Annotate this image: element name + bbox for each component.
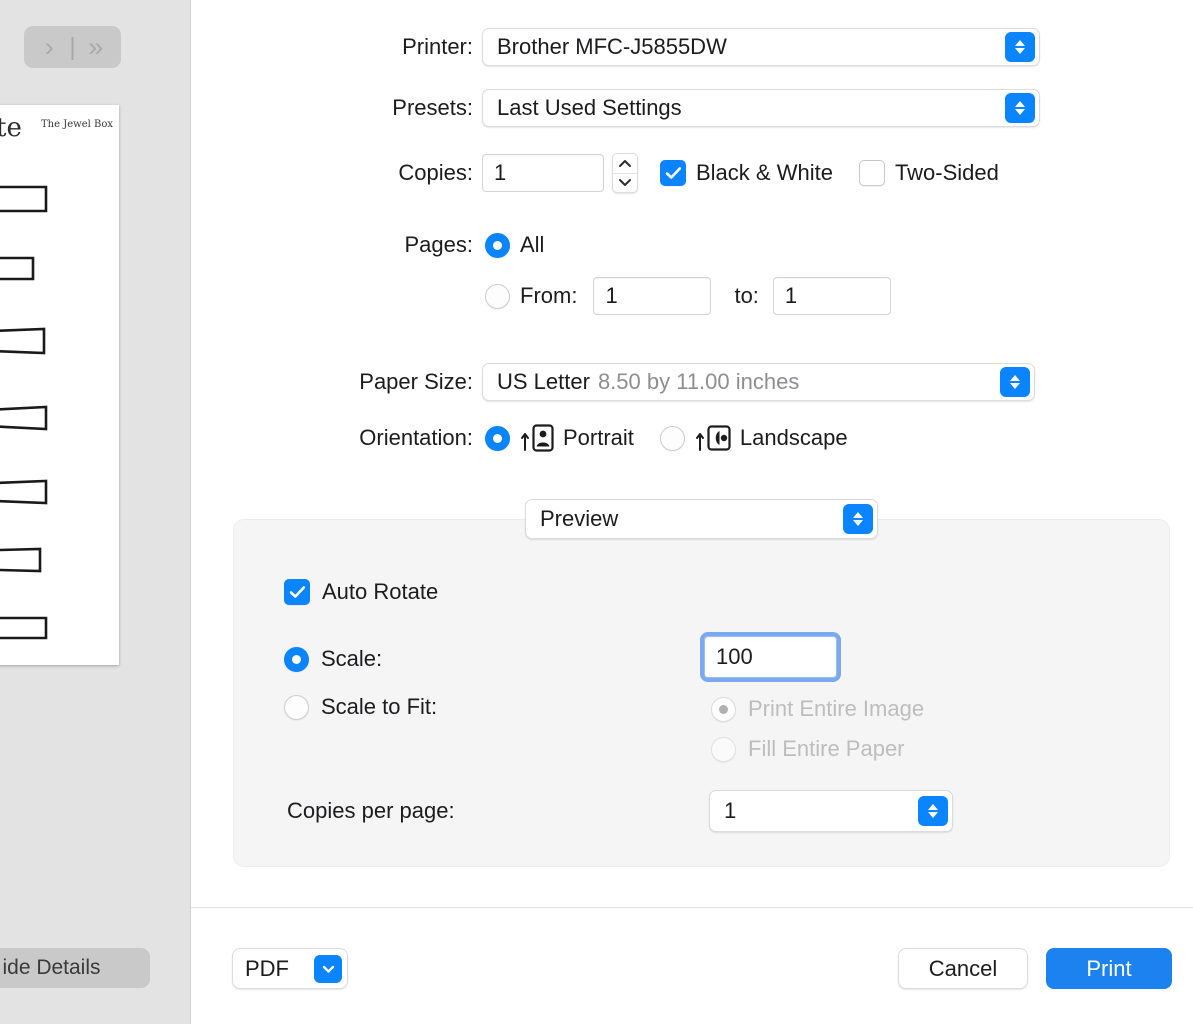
pdf-label: PDF	[245, 956, 289, 982]
auto-rotate-checkbox[interactable]	[284, 579, 310, 605]
next-page-icon[interactable]: ›	[36, 34, 62, 61]
paper-size-label: Paper Size:	[191, 369, 473, 395]
orientation-portrait-label: Portrait	[563, 425, 634, 451]
nav-divider: |	[69, 35, 76, 60]
print-preview-page[interactable]: te The Jewel Box section section section…	[0, 105, 119, 665]
printer-popup-button[interactable]: Brother MFC-J5855DW	[482, 28, 1040, 66]
copies-input[interactable]: 1	[482, 154, 604, 192]
copies-per-page-popup-button[interactable]: 1	[709, 790, 953, 832]
pages-to-value: 1	[785, 283, 797, 309]
print-dialog: › | » te The Jewel Box	[0, 0, 1193, 1024]
hide-details-label: ide Details	[2, 956, 100, 980]
pages-range-radio[interactable]	[485, 284, 510, 309]
black-white-checkbox-group[interactable]: Black & White	[660, 160, 833, 186]
scale-value: 100	[716, 644, 753, 670]
print-dialog-main: Printer: Brother MFC-J5855DW Presets: La…	[191, 0, 1193, 1024]
landscape-icon	[695, 424, 731, 452]
chevron-updown-icon[interactable]	[1000, 367, 1030, 397]
print-button[interactable]: Print	[1046, 948, 1172, 989]
auto-rotate-label: Auto Rotate	[322, 579, 438, 605]
pages-all-radio[interactable]	[485, 233, 510, 258]
chevron-updown-icon[interactable]	[843, 504, 873, 534]
print-options-panel: Auto Rotate Scale: 100 Scale to Fit: Pri…	[233, 519, 1170, 867]
pages-all-row: Pages: All	[191, 232, 791, 258]
preview-heading-fragment: te	[0, 113, 22, 143]
page-navigation-control[interactable]: › | »	[24, 26, 121, 68]
fill-entire-paper-label: Fill Entire Paper	[748, 736, 905, 762]
portrait-icon	[520, 424, 554, 452]
last-page-icon[interactable]: »	[83, 34, 109, 61]
pages-from-input[interactable]: 1	[593, 277, 711, 315]
auto-rotate-group[interactable]: Auto Rotate	[284, 579, 438, 605]
preview-drawing-icon: section section section section section …	[0, 157, 119, 657]
pages-from-label: From:	[520, 283, 577, 309]
stepper-down-icon[interactable]	[613, 173, 637, 193]
paper-size-popup-button[interactable]: US Letter 8.50 by 11.00 inches	[482, 363, 1035, 401]
presets-value: Last Used Settings	[497, 95, 682, 121]
orientation-landscape-label: Landscape	[740, 425, 848, 451]
print-entire-image-radio	[711, 697, 736, 722]
pdf-button[interactable]: PDF	[232, 948, 348, 989]
chevron-updown-icon[interactable]	[1005, 93, 1035, 123]
cancel-label: Cancel	[929, 956, 997, 982]
print-label: Print	[1086, 956, 1131, 982]
chevron-updown-icon[interactable]	[1005, 32, 1035, 62]
copies-per-page-label: Copies per page:	[287, 798, 455, 824]
pages-from-value: 1	[605, 283, 617, 309]
black-white-label: Black & White	[696, 160, 833, 186]
orientation-portrait-radio[interactable]	[485, 426, 510, 451]
presets-row: Presets: Last Used Settings	[191, 89, 1051, 127]
paper-size-dimensions: 8.50 by 11.00 inches	[598, 369, 799, 395]
footer-separator	[191, 907, 1193, 908]
pages-range-row: From: 1 to: 1	[191, 277, 931, 315]
scale-to-fit-radio[interactable]	[284, 695, 309, 720]
presets-label: Presets:	[191, 95, 473, 121]
scale-radio[interactable]	[284, 647, 309, 672]
copies-row: Copies: 1 Black & White Two-Sid	[191, 153, 1091, 193]
copies-value: 1	[494, 160, 506, 186]
options-module-popup-wrap: Preview	[525, 499, 878, 539]
scale-to-fit-radio-group[interactable]: Scale to Fit:	[284, 694, 437, 720]
pages-all-label: All	[520, 232, 544, 258]
hide-details-button[interactable]: ide Details	[0, 948, 150, 988]
paper-size-value: US Letter	[497, 369, 590, 395]
fill-entire-paper-radio	[711, 737, 736, 762]
fill-entire-paper-group: Fill Entire Paper	[711, 736, 905, 762]
cancel-button[interactable]: Cancel	[898, 948, 1028, 989]
copies-stepper[interactable]	[612, 153, 638, 193]
pages-to-label: to:	[734, 283, 758, 309]
two-sided-checkbox[interactable]	[859, 160, 885, 186]
pages-to-input[interactable]: 1	[773, 277, 891, 315]
scale-to-fit-label: Scale to Fit:	[321, 694, 437, 720]
presets-popup-button[interactable]: Last Used Settings	[482, 89, 1040, 127]
options-module-value: Preview	[540, 506, 618, 532]
black-white-checkbox[interactable]	[660, 160, 686, 186]
printer-row: Printer: Brother MFC-J5855DW	[191, 28, 1051, 66]
two-sided-label: Two-Sided	[895, 160, 999, 186]
copies-label: Copies:	[191, 160, 473, 186]
chevron-down-icon[interactable]	[314, 955, 342, 983]
two-sided-checkbox-group[interactable]: Two-Sided	[859, 160, 999, 186]
options-module-popup-button[interactable]: Preview	[525, 499, 878, 539]
chevron-updown-icon[interactable]	[918, 796, 948, 826]
orientation-label: Orientation:	[191, 425, 473, 451]
orientation-row: Orientation: Portrait Land	[191, 424, 991, 452]
paper-size-row: Paper Size: US Letter 8.50 by 11.00 inch…	[191, 363, 1051, 401]
pages-label: Pages:	[191, 232, 473, 258]
preview-document-title: The Jewel Box	[41, 119, 113, 130]
orientation-landscape-radio[interactable]	[660, 426, 685, 451]
scale-label: Scale:	[321, 646, 382, 672]
print-entire-image-group: Print Entire Image	[711, 696, 924, 722]
preview-sidebar: › | » te The Jewel Box	[0, 0, 191, 1024]
print-entire-image-label: Print Entire Image	[748, 696, 924, 722]
copies-per-page-value: 1	[724, 798, 736, 824]
printer-label: Printer:	[191, 34, 473, 60]
scale-input[interactable]: 100	[704, 636, 837, 678]
printer-value: Brother MFC-J5855DW	[497, 34, 727, 60]
stepper-up-icon[interactable]	[613, 154, 637, 173]
scale-radio-group[interactable]: Scale:	[284, 646, 382, 672]
